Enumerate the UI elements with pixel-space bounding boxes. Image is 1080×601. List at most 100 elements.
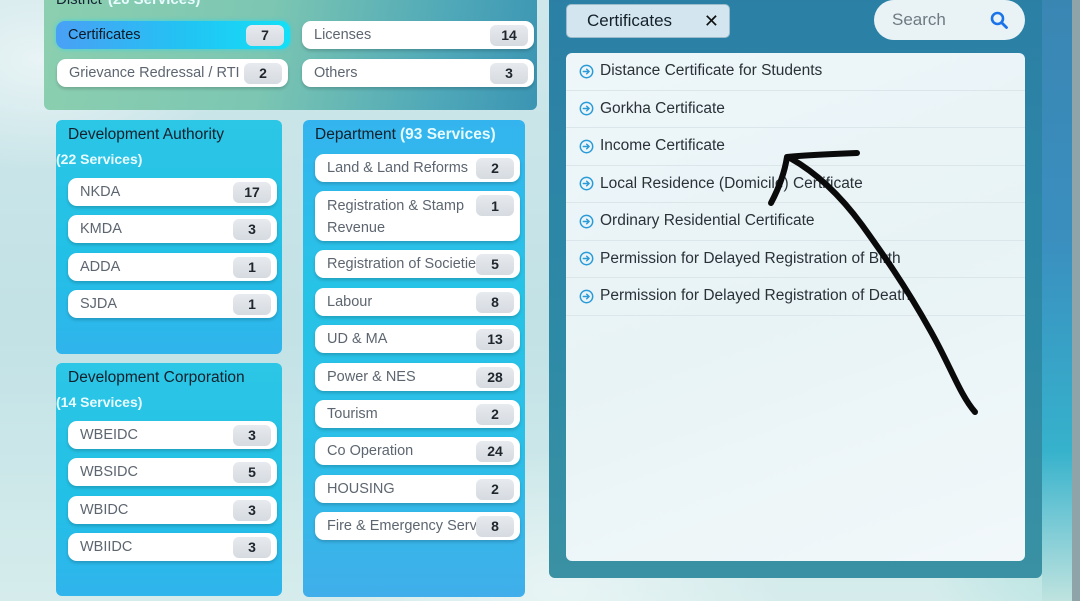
district-panel: District (26 Services) [44, 0, 537, 110]
count-badge: 14 [490, 24, 528, 46]
category-adda[interactable]: ADDA 1 [68, 253, 277, 281]
result-label: Permission for Delayed Registration of D… [600, 287, 911, 305]
result-label: Distance Certificate for Students [600, 62, 823, 80]
category-label: WBIDC [80, 502, 129, 518]
category-label: Certificates [68, 27, 141, 43]
count-badge: 13 [476, 328, 514, 350]
count-badge: 3 [233, 536, 271, 558]
category-nkda[interactable]: NKDA 17 [68, 178, 277, 206]
category-housing[interactable]: HOUSING 2 [315, 475, 520, 503]
count-badge: 2 [476, 478, 514, 500]
result-item[interactable]: Ordinary Residential Certificate [566, 203, 1025, 241]
category-labour[interactable]: Labour 8 [315, 288, 520, 316]
search-box [874, 0, 1025, 40]
filter-chip-label: Certificates [587, 11, 673, 30]
result-label: Ordinary Residential Certificate [600, 212, 815, 230]
result-label: Income Certificate [600, 137, 725, 155]
category-label: Fire & Emergency Services [327, 518, 476, 534]
category-label: Registration of Societies [327, 256, 476, 272]
category-label: WBSIDC [80, 464, 138, 480]
search-icon[interactable] [989, 10, 1009, 30]
category-wbeidc[interactable]: WBEIDC 3 [68, 421, 277, 449]
category-others[interactable]: Others 3 [302, 59, 534, 87]
count-badge: 2 [476, 403, 514, 425]
category-licenses[interactable]: Licenses 14 [302, 21, 534, 49]
count-badge: 3 [233, 424, 271, 446]
category-ud-ma[interactable]: UD & MA 13 [315, 325, 520, 353]
panel-services-count: (14 Services) [56, 394, 143, 410]
panel-title: Development Authority [68, 126, 224, 143]
category-label: Others [314, 65, 358, 81]
result-item[interactable]: Local Residence (Domicile) Certificate [566, 166, 1025, 203]
category-certificates[interactable]: Certificates 7 [56, 21, 290, 49]
category-label: ADDA [80, 259, 121, 275]
count-badge: 3 [490, 62, 528, 84]
category-label: Co Operation [327, 443, 414, 459]
result-item[interactable]: Distance Certificate for Students [566, 53, 1025, 91]
district-heading: District (26 Services) [56, 0, 200, 8]
category-fire-emergency[interactable]: Fire & Emergency Services 8 [315, 512, 520, 540]
count-badge: 5 [476, 253, 514, 275]
result-item[interactable]: Gorkha Certificate [566, 91, 1025, 128]
category-label: Tourism [327, 406, 378, 422]
result-item[interactable]: Income Certificate [566, 128, 1025, 166]
result-label: Local Residence (Domicile) Certificate [600, 174, 863, 192]
count-badge: 2 [476, 157, 514, 179]
result-item[interactable]: Permission for Delayed Registration of D… [566, 278, 1025, 316]
result-item[interactable]: Permission for Delayed Registration of B… [566, 241, 1025, 278]
circle-arrow-right-icon [579, 214, 594, 229]
category-wbiidc[interactable]: WBIIDC 3 [68, 533, 277, 561]
count-badge: 2 [244, 62, 282, 84]
district-services-count: (26 Services) [108, 0, 201, 8]
circle-arrow-right-icon [579, 176, 594, 191]
count-badge: 5 [233, 461, 271, 483]
count-badge: 1 [476, 195, 514, 216]
count-badge: 17 [233, 181, 271, 203]
count-badge: 7 [246, 24, 284, 46]
panel-services-count: (93 Services) [399, 126, 496, 143]
category-registration-stamp[interactable]: Registration & Stamp Revenue 1 [315, 191, 520, 241]
category-label: KMDA [80, 221, 122, 237]
category-label: Registration & Stamp Revenue [327, 198, 465, 236]
category-label: Labour [327, 294, 373, 310]
count-badge: 8 [476, 291, 514, 313]
circle-arrow-right-icon [579, 139, 594, 154]
category-power-nes[interactable]: Power & NES 28 [315, 363, 520, 391]
category-land-reforms[interactable]: Land & Land Reforms 2 [315, 154, 520, 182]
count-badge: 28 [476, 366, 514, 388]
category-label: Power & NES [327, 369, 416, 385]
panel-title: Department [315, 126, 396, 143]
category-label: SJDA [80, 296, 118, 312]
count-badge: 3 [233, 218, 271, 240]
count-badge: 8 [476, 515, 514, 537]
category-label: Grievance Redressal / RTI [69, 65, 240, 81]
circle-arrow-right-icon [579, 101, 594, 116]
panel-heading: Department (93 Services) [315, 126, 496, 144]
circle-arrow-right-icon [579, 64, 594, 79]
category-registration-societies[interactable]: Registration of Societies 5 [315, 250, 520, 278]
active-filter-chip: Certificates ✕ [566, 4, 730, 38]
count-badge: 1 [233, 256, 271, 278]
category-label: Land & Land Reforms [327, 160, 469, 176]
circle-arrow-right-icon [579, 251, 594, 266]
category-sjda[interactable]: SJDA 1 [68, 290, 277, 318]
background-strip [1042, 0, 1080, 601]
category-tourism[interactable]: Tourism 2 [315, 400, 520, 428]
search-input[interactable] [892, 10, 964, 30]
count-badge: 24 [476, 440, 514, 462]
close-icon[interactable]: ✕ [704, 12, 719, 30]
category-co-operation[interactable]: Co Operation 24 [315, 437, 520, 465]
circle-arrow-right-icon [579, 289, 594, 304]
category-label: WBIIDC [80, 539, 133, 555]
category-label: WBEIDC [80, 427, 138, 443]
category-kmda[interactable]: KMDA 3 [68, 215, 277, 243]
category-grievance-redressal[interactable]: Grievance Redressal / RTI 2 [57, 59, 288, 87]
count-badge: 3 [233, 499, 271, 521]
category-wbsidc[interactable]: WBSIDC 5 [68, 458, 277, 486]
category-label: NKDA [80, 184, 121, 200]
category-wbidc[interactable]: WBIDC 3 [68, 496, 277, 524]
count-badge: 1 [233, 293, 271, 315]
results-list: Distance Certificate for Students Gorkha … [566, 53, 1025, 561]
category-label: Licenses [314, 27, 372, 43]
category-label: UD & MA [327, 331, 388, 347]
